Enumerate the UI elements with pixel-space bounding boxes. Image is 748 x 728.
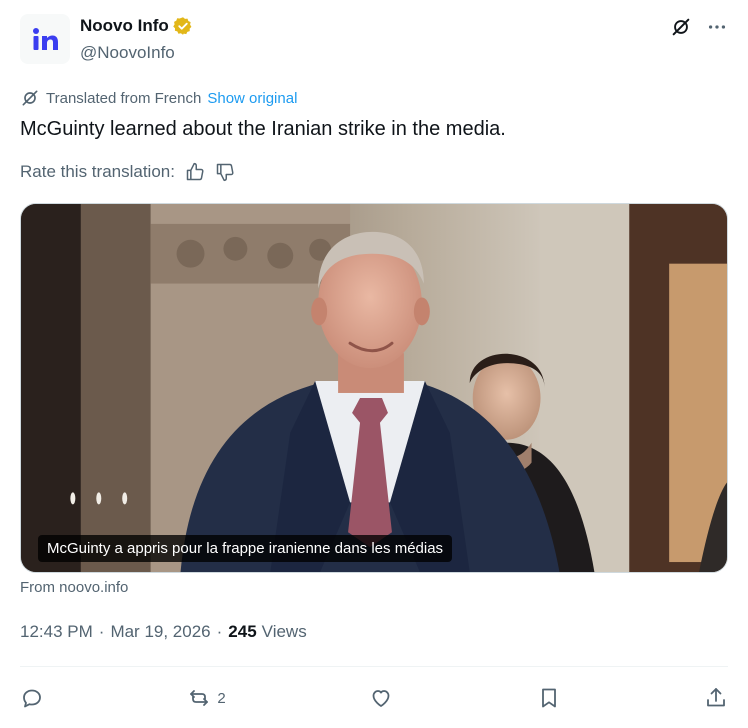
repost-count: 2 <box>217 689 226 707</box>
grok-icon[interactable] <box>670 16 692 38</box>
grok-translate-icon <box>20 88 40 108</box>
tweet-date[interactable]: Mar 19, 2026 <box>110 622 210 642</box>
thumbs-down-icon[interactable] <box>215 162 235 182</box>
more-dots-icon[interactable] <box>706 16 728 38</box>
meta-separator: · <box>98 622 105 641</box>
meta-separator: · <box>216 622 223 641</box>
share-button[interactable] <box>704 686 728 710</box>
top-actions <box>670 16 728 38</box>
repost-button[interactable]: 2 <box>187 686 226 710</box>
share-icon <box>707 688 725 707</box>
tweet-card: Noovo Info @NoovoInfo Translated from Fr… <box>0 0 748 728</box>
bookmark-button[interactable] <box>537 686 561 710</box>
source-link[interactable]: From noovo.info <box>20 579 128 596</box>
tweet-meta: 12:43 PM · Mar 19, 2026 · 245 Views <box>20 622 307 642</box>
thumbs-up-icon[interactable] <box>185 162 205 182</box>
translation-row: Translated from French Show original <box>20 88 297 108</box>
reply-icon <box>23 689 41 708</box>
media-card[interactable]: McGuinty a appris pour la frappe iranien… <box>20 203 728 573</box>
handle[interactable]: @NoovoInfo <box>80 43 175 63</box>
divider <box>20 666 728 667</box>
noovo-logo-icon <box>33 28 58 50</box>
reply-button[interactable] <box>20 686 44 710</box>
avatar[interactable] <box>20 14 70 64</box>
media-caption: McGuinty a appris pour la frappe iranien… <box>38 535 453 562</box>
show-original-link[interactable]: Show original <box>207 90 297 107</box>
news-photo <box>21 204 727 572</box>
tweet-time[interactable]: 12:43 PM <box>20 622 93 642</box>
heart-icon <box>372 690 390 707</box>
verified-badge-icon <box>173 16 193 36</box>
like-button[interactable] <box>369 686 393 710</box>
views-label: Views <box>261 622 307 641</box>
bookmark-icon <box>541 688 556 708</box>
tweet-text: McGuinty learned about the Iranian strik… <box>20 118 506 140</box>
repost-icon <box>190 690 209 706</box>
rate-label: Rate this translation: <box>20 162 175 181</box>
display-name[interactable]: Noovo Info <box>80 16 169 36</box>
action-bar: 2 <box>20 680 728 716</box>
views-count: 245 <box>228 622 257 641</box>
rate-translation-row: Rate this translation: <box>20 162 235 182</box>
translated-label: Translated from French <box>46 89 202 107</box>
name-row: Noovo Info <box>80 16 193 36</box>
